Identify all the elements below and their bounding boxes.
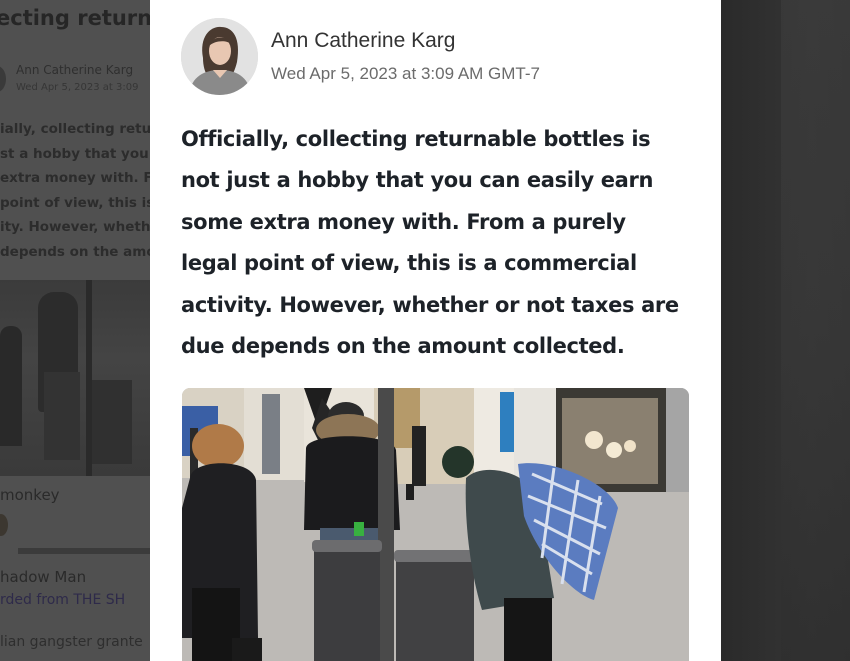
avatar-portrait-icon: [181, 18, 258, 95]
background-text-line: extra money with. Fr: [0, 170, 150, 186]
background-divider: [18, 548, 150, 554]
post-body-line: legal point of view, this is a commercia…: [181, 251, 637, 276]
background-text-line: depends on the amoun: [0, 243, 150, 260]
background-comment-user: monkey: [0, 486, 60, 504]
post-body-line: due depends on the amount collected.: [181, 334, 625, 359]
background-text-line: ially, collecting return: [0, 121, 150, 137]
post-body: Officially, collecting returnable bottle…: [181, 119, 701, 367]
post-modal: Ann Catherine Karg Wed Apr 5, 2023 at 3:…: [150, 0, 721, 661]
post-body-line: activity. However, whether or not taxes …: [181, 292, 679, 317]
background-photo: [0, 280, 150, 476]
author-name[interactable]: Ann Catherine Karg: [271, 29, 455, 53]
background-text-line: st a hobby that you c: [0, 145, 150, 162]
background-right-panel: [721, 0, 850, 661]
post-timestamp: Wed Apr 5, 2023 at 3:09 AM GMT-7: [271, 64, 540, 83]
background-article-column: ecting returnab Ann Catherine Karg Wed A…: [0, 0, 150, 661]
background-link: rded from THE SH: [0, 592, 126, 608]
bottle-collectors-photo-icon: [182, 388, 689, 661]
author-avatar[interactable]: [181, 18, 258, 95]
background-teaser: lian gangster grante: [0, 634, 143, 650]
post-body-line: Officially, collecting returnable bottle…: [181, 127, 651, 151]
post-body-line: some extra money with. From a purely: [181, 209, 626, 234]
background-text-line: ity. However, whether: [0, 219, 150, 235]
background-reaction-icon: [0, 514, 8, 536]
background-date: Wed Apr 5, 2023 at 3:09: [16, 82, 139, 93]
post-photo[interactable]: [182, 388, 689, 661]
background-text-line: point of view, this is a: [0, 194, 150, 211]
post-body-line: not just a hobby that you can easily ear…: [181, 168, 654, 193]
background-second-user: hadow Man: [0, 568, 87, 586]
background-article-title: ecting returnab: [0, 6, 150, 30]
background-article-text: ially, collecting return st a hobby that…: [0, 117, 150, 264]
background-author: Ann Catherine Karg: [16, 63, 134, 77]
background-avatar: [0, 66, 6, 92]
